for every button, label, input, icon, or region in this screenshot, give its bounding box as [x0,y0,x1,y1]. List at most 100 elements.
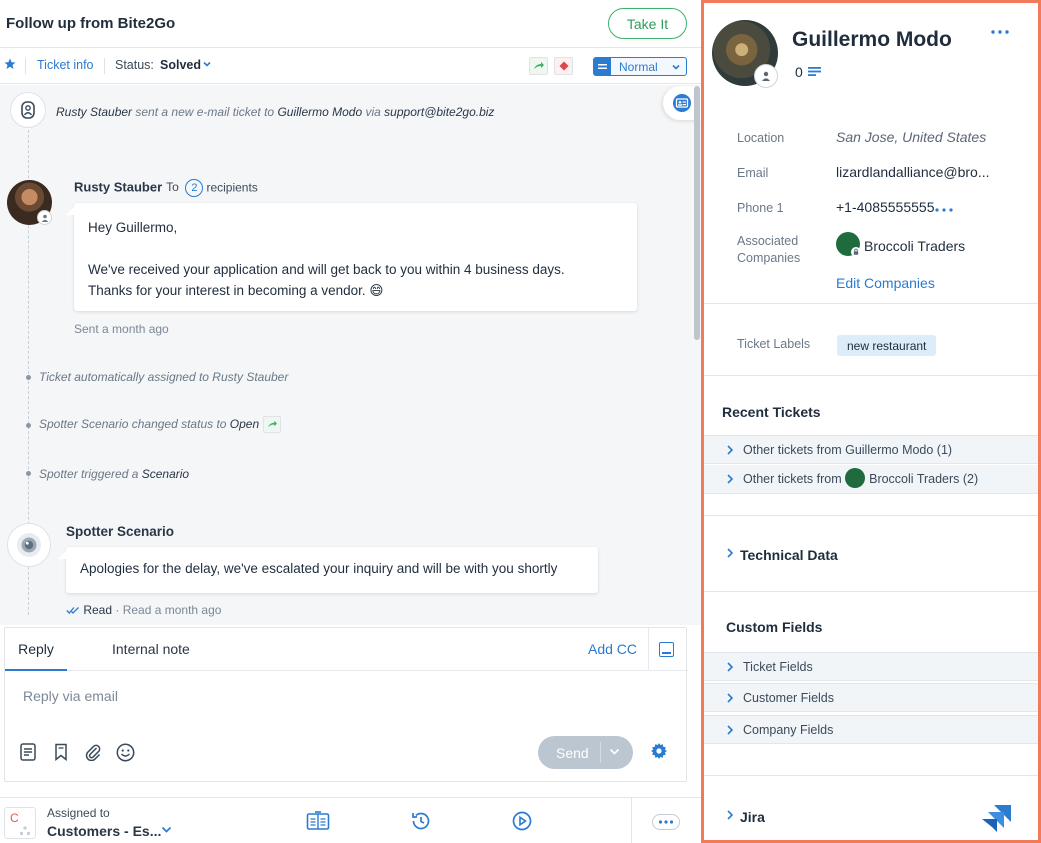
reply-input[interactable] [23,688,423,704]
divider [104,58,105,74]
row-text: Broccoli Traders (2) [869,471,979,486]
location-label: Location [737,131,785,145]
bookmark-icon[interactable] [51,742,71,762]
tab-reply[interactable]: Reply [5,628,67,671]
event-target: Guillermo Modo [277,105,363,119]
expand-composer-icon[interactable] [659,642,674,657]
event-text: Spotter Scenario changed status to [39,417,230,431]
list-icon[interactable] [808,66,821,77]
message-sender: Spotter Scenario [66,524,175,539]
eye-icon [17,533,41,557]
email-value[interactable]: lizardlandalliance@bro... [836,164,990,180]
lock-icon [851,247,861,257]
priority-equal-icon [594,58,611,75]
reply-composer: Reply Internal note Add CC Send [4,627,688,782]
message-bubble: Hey Guillermo, We've received your appli… [66,203,637,311]
custom-fields-title: Custom Fields [726,619,823,635]
divider [704,303,1038,304]
ticket-details-icon[interactable] [306,810,330,832]
user-outline-icon [21,101,35,119]
divider [631,798,632,843]
gear-icon[interactable] [650,742,668,760]
conversation-feed[interactable]: Rusty Stauber sent a new e-mail ticket t… [0,85,701,625]
chevron-down-icon[interactable] [202,59,212,69]
other-tickets-company: Other tickets from Broccoli Traders (2) [743,468,979,488]
status-dropdown[interactable]: Solved [160,58,201,72]
message-sender[interactable]: Rusty Stauber [74,179,162,194]
message-sent-time: Sent a month ago [74,322,169,336]
recipient-count-badge[interactable]: 2 [185,179,204,197]
customer-panel: Guillermo Modo 0 Location San Jose, Unit… [701,0,1041,843]
ticket-pane: Follow up from Bite2Go Take It Ticket in… [0,0,701,843]
green-arrow-icon [263,416,282,434]
ticket-footer: C Assigned to Customers - Es... [0,797,701,843]
event-text: via [362,105,385,119]
chevron-right-icon [727,474,734,484]
priority-select[interactable]: Normal [593,57,687,76]
play-icon[interactable] [510,810,534,832]
template-icon[interactable] [18,742,38,762]
emoji-icon[interactable] [115,742,135,762]
other-tickets-customer: Other tickets from Guillermo Modo (1) [743,443,953,457]
chevron-down-icon[interactable] [161,826,172,834]
tab-internal-note[interactable]: Internal note [112,641,190,657]
chevron-right-icon[interactable] [726,548,734,558]
more-dots-icon[interactable] [990,27,1010,37]
company-logo [836,232,861,257]
spotter-avatar [7,523,51,567]
send-button[interactable]: Send [538,736,633,769]
event-status-change: Spotter Scenario changed status to Open [39,416,282,434]
more-dots-icon[interactable] [934,207,954,213]
recent-tickets-row[interactable]: Other tickets from Guillermo Modo (1) [704,435,1038,464]
recent-tickets-row[interactable]: Other tickets from Broccoli Traders (2) [704,465,1038,494]
companies-label: Associated Companies [737,234,801,265]
custom-fields-row[interactable]: Customer Fields [704,683,1038,712]
ticket-header: Follow up from Bite2Go Take It [0,0,701,48]
recipients-label[interactable]: recipients [206,180,257,194]
technical-data-section[interactable]: Technical Data [740,547,838,563]
to-label: To [166,180,179,195]
custom-fields-row[interactable]: Company Fields [704,715,1038,744]
jira-section[interactable]: Jira [740,809,765,825]
event-assigned: Ticket automatically assigned to Rusty S… [39,370,289,384]
more-options-button[interactable] [652,814,680,830]
company-name[interactable]: Broccoli Traders [864,238,965,254]
message-body: Apologies for the delay, we've escalated… [80,561,558,576]
attachment-icon[interactable] [83,742,103,762]
phone-value[interactable]: +1-4085555555 [836,199,935,215]
divider [704,515,1038,516]
event-trigger-value: Scenario [141,467,190,481]
red-diamond-icon [559,61,568,71]
status-label: Status: [115,58,154,72]
feed-scrollbar[interactable] [694,86,700,340]
chevron-right-icon [727,445,734,455]
red-diamond-button[interactable] [554,57,573,75]
event-actor: Rusty Stauber [56,105,133,119]
forward-arrow-button[interactable] [529,57,548,75]
chevron-right-icon[interactable] [726,810,734,820]
event-text: Spotter triggered a [39,467,142,481]
ticket-info-link[interactable]: Ticket info [37,58,94,72]
add-cc-link[interactable]: Add CC [588,641,637,657]
customer-name: Guillermo Modo [792,28,952,51]
edit-companies-link[interactable]: Edit Companies [836,275,935,291]
message-line: Hey Guillermo, [88,220,178,235]
user-icon [762,71,770,81]
customer-badge [754,64,778,88]
system-event-created: Rusty Stauber sent a new e-mail ticket t… [56,104,494,119]
timeline-dot [26,423,31,428]
chevron-down-icon[interactable] [609,748,620,756]
history-icon[interactable] [409,810,433,832]
chevron-down-icon [672,64,680,70]
group-dots-icon [19,826,31,836]
custom-fields-row[interactable]: Ticket Fields [704,652,1038,681]
star-icon[interactable] [4,58,16,70]
read-receipt: Read · Read a month ago [66,603,221,617]
ticket-label-chip[interactable]: new restaurant [837,335,937,356]
take-it-button[interactable]: Take It [608,8,687,39]
assignee-dropdown[interactable]: Customers - Es... [47,823,161,839]
read-time: Read a month ago [122,603,222,617]
phone-label: Phone 1 [737,201,784,215]
location-value[interactable]: San Jose, United States [836,129,986,145]
company-fields: Company Fields [743,723,834,737]
